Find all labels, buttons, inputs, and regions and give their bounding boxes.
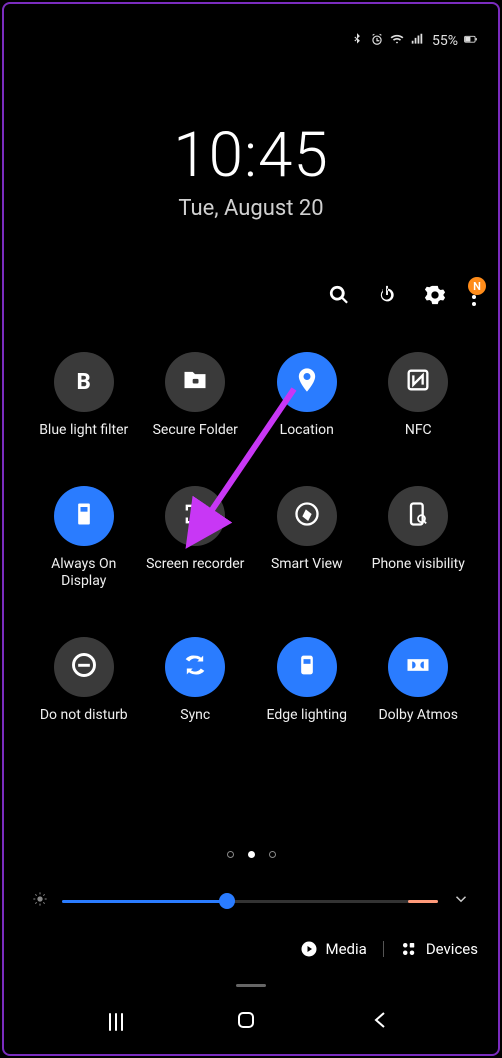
wifi-icon xyxy=(390,32,404,50)
smart-view-icon xyxy=(293,500,321,532)
slider-thumb[interactable] xyxy=(219,893,235,909)
navigation-bar xyxy=(4,1008,498,1036)
bluetooth-icon xyxy=(350,32,364,50)
location-pin-icon xyxy=(293,366,321,398)
devices-label: Devices xyxy=(426,940,478,958)
brightness-slider[interactable] xyxy=(62,900,438,903)
battery-icon xyxy=(464,34,478,48)
tile-always-on-display[interactable]: Always On Display xyxy=(34,486,134,591)
tile-label: Blue light filter xyxy=(39,422,128,440)
tile-label: Do not disturb xyxy=(40,707,128,725)
quick-settings-grid: B Blue light filter Secure Folder Locati… xyxy=(34,352,468,724)
tile-smart-view[interactable]: Smart View xyxy=(257,486,357,591)
nfc-icon xyxy=(404,366,432,398)
media-label: Media xyxy=(326,940,367,958)
settings-icon[interactable] xyxy=(424,284,446,310)
tile-blue-light-filter[interactable]: B Blue light filter xyxy=(34,352,134,440)
signal-icon xyxy=(410,32,424,50)
alarm-icon xyxy=(370,32,384,50)
clock-date: Tue, August 20 xyxy=(4,196,498,221)
brightness-slider-row xyxy=(32,890,470,912)
screen-recorder-icon xyxy=(181,500,209,532)
nav-back-button[interactable] xyxy=(369,1008,393,1036)
page-dot[interactable] xyxy=(248,851,255,858)
tile-location[interactable]: Location xyxy=(257,352,357,440)
tile-edge-lighting[interactable]: Edge lighting xyxy=(257,637,357,725)
tile-label: Location xyxy=(280,422,334,440)
clock-time: 10:45 xyxy=(4,119,498,192)
bottom-controls: Media Devices xyxy=(4,940,478,958)
battery-percentage: 55% xyxy=(432,33,458,49)
power-icon[interactable] xyxy=(376,284,398,310)
tile-label: Secure Folder xyxy=(153,422,238,440)
header-controls: N xyxy=(328,284,476,310)
brightness-icon xyxy=(32,891,48,911)
drag-handle[interactable] xyxy=(236,984,266,987)
chevron-down-icon[interactable] xyxy=(452,890,470,912)
media-button[interactable]: Media xyxy=(300,940,367,958)
dolby-icon xyxy=(404,651,432,683)
edge-lighting-icon xyxy=(293,651,321,683)
tile-dolby-atmos[interactable]: Dolby Atmos xyxy=(369,637,469,725)
devices-button[interactable]: Devices xyxy=(400,940,478,958)
tile-label: Edge lighting xyxy=(267,707,347,725)
secure-folder-icon xyxy=(181,366,209,398)
tile-screen-recorder[interactable]: Screen recorder xyxy=(146,486,246,591)
clock-panel: 10:45 Tue, August 20 xyxy=(4,119,498,221)
tile-label: Phone visibility xyxy=(372,556,465,574)
phone-visibility-icon xyxy=(404,500,432,532)
tile-label: Dolby Atmos xyxy=(378,707,458,725)
page-indicator xyxy=(4,851,498,858)
devices-grid-icon xyxy=(400,940,418,958)
tile-nfc[interactable]: NFC xyxy=(369,352,469,440)
tile-label: Sync xyxy=(180,707,210,725)
status-bar: 55% xyxy=(350,32,478,50)
page-dot[interactable] xyxy=(227,851,234,858)
nav-home-button[interactable] xyxy=(234,1008,258,1036)
sync-icon xyxy=(181,651,209,683)
tile-label: Smart View xyxy=(271,556,343,574)
notification-badge: N xyxy=(468,277,486,295)
separator xyxy=(383,941,384,957)
search-icon[interactable] xyxy=(328,284,350,310)
tile-phone-visibility[interactable]: Phone visibility xyxy=(369,486,469,591)
blue-light-icon: B xyxy=(77,370,91,395)
more-menu-button[interactable]: N xyxy=(472,285,476,309)
tile-label: Screen recorder xyxy=(146,556,244,574)
play-circle-icon xyxy=(300,940,318,958)
tile-do-not-disturb[interactable]: Do not disturb xyxy=(34,637,134,725)
nav-recents-button[interactable] xyxy=(109,1013,123,1031)
dnd-icon xyxy=(70,651,98,683)
tile-sync[interactable]: Sync xyxy=(146,637,246,725)
aod-icon xyxy=(70,500,98,532)
tile-secure-folder[interactable]: Secure Folder xyxy=(146,352,246,440)
tile-label: NFC xyxy=(405,422,432,440)
page-dot[interactable] xyxy=(269,851,276,858)
tile-label: Always On Display xyxy=(34,556,134,591)
